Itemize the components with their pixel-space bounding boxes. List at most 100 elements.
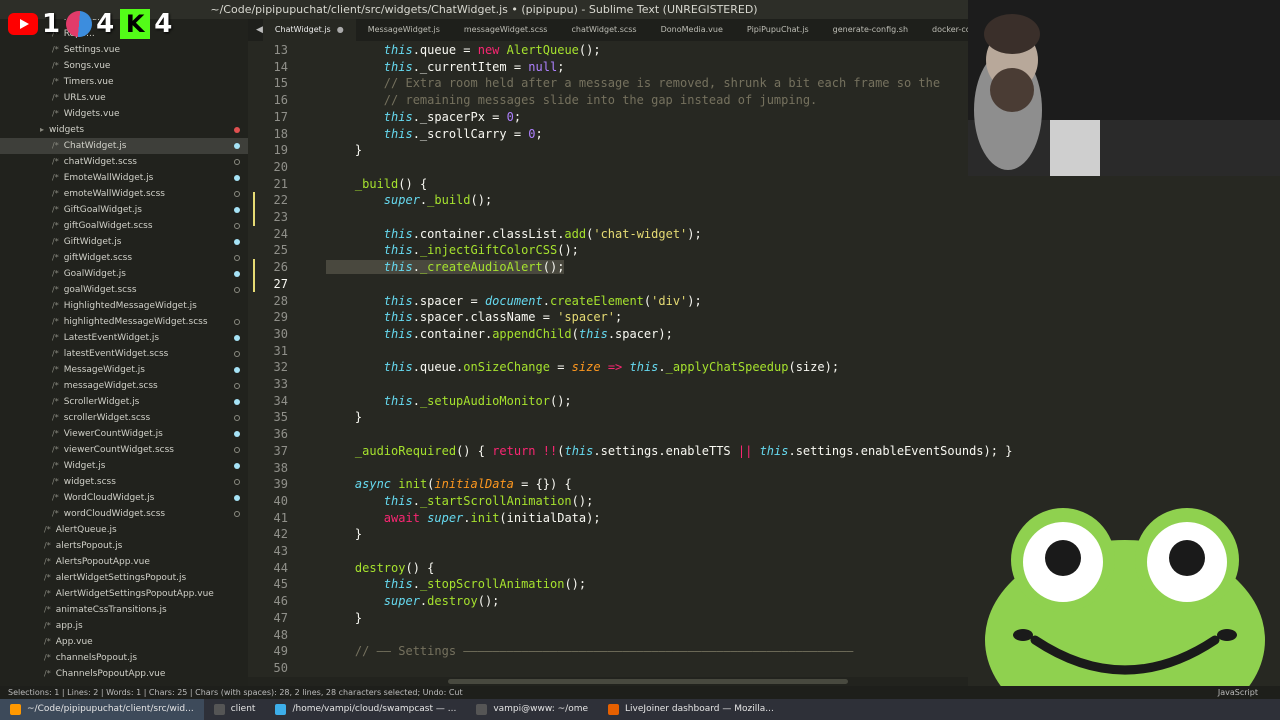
- file-item[interactable]: /* AlertWidgetSettingsPopoutApp.vue: [0, 586, 248, 602]
- code-line: 22 super._build();: [248, 192, 1280, 209]
- file-icon: /*: [44, 525, 51, 534]
- file-item[interactable]: /* EmoteWallWidget.js: [0, 170, 248, 186]
- tab-file[interactable]: messageWidget.scss: [452, 19, 560, 41]
- file-item[interactable]: /* GoalWidget.js: [0, 266, 248, 282]
- tab-label: messageWidget.scss: [463, 25, 548, 34]
- code-token: ._spacerPx =: [412, 109, 507, 124]
- git-status-dot: [234, 319, 240, 325]
- code-token: this: [383, 43, 413, 57]
- file-item[interactable]: /* emoteWallWidget.scss: [0, 186, 248, 202]
- tab-file[interactable]: chatWidget.scss: [559, 19, 648, 41]
- file-item[interactable]: /* alertsPopout.js: [0, 538, 248, 554]
- file-item[interactable]: /* chatWidget.scss: [0, 154, 248, 170]
- tab-nav[interactable]: ◀ ▶: [248, 19, 263, 41]
- code-token: ;: [535, 126, 543, 141]
- tab-file[interactable]: MessageWidget.js: [356, 19, 452, 41]
- file-label: GoalWidget.js: [63, 269, 126, 279]
- file-item[interactable]: /* Settings.vue: [0, 42, 248, 58]
- file-item[interactable]: /* highlightedMessageWidget.scss: [0, 314, 248, 330]
- file-item[interactable]: /* LatestEventWidget.js: [0, 330, 248, 346]
- taskbar-item[interactable]: ~/Code/pipipupuchat/client/src/wid...: [0, 699, 204, 720]
- file-item[interactable]: /* AlertsPopoutApp.vue: [0, 554, 248, 570]
- file-item[interactable]: /* scrollerWidget.scss: [0, 410, 248, 426]
- taskbar-item[interactable]: /home/vampi/cloud/swampcast — ...: [265, 699, 466, 720]
- folder-icon: [275, 704, 287, 715]
- line-number: 39: [273, 477, 288, 492]
- file-item[interactable]: /* GiftGoalWidget.js: [0, 202, 248, 218]
- folder-item[interactable]: ▸ widgets: [0, 122, 248, 138]
- file-label: highlightedMessageWidget.scss: [63, 317, 208, 327]
- code-text: async init(initialData = {}) {: [326, 476, 572, 493]
- file-item[interactable]: /* GiftWidget.js: [0, 234, 248, 250]
- code-token: size: [571, 360, 601, 375]
- code-text: }: [326, 610, 362, 627]
- git-status-dot: [234, 415, 240, 421]
- code-text: _audioRequired() { return !!(this.settin…: [326, 443, 1013, 460]
- diff-marker: [253, 192, 255, 209]
- tab-file[interactable]: PipiPupuChat.js: [735, 19, 821, 41]
- file-label: HighlightedMessageWidget.js: [63, 301, 197, 311]
- file-item[interactable]: /* URLs.vue: [0, 90, 248, 106]
- horizontal-scrollbar[interactable]: [248, 677, 968, 686]
- line-number: 35: [273, 410, 288, 425]
- file-item[interactable]: /* viewerCountWidget.scss: [0, 442, 248, 458]
- file-item[interactable]: /* ScrollerWidget.js: [0, 394, 248, 410]
- file-item[interactable]: /* WordCloudWidget.js: [0, 490, 248, 506]
- code-token: .settings.enableEventSounds); }: [788, 443, 1013, 458]
- file-label: MessageWidget.js: [63, 365, 145, 375]
- tab-file[interactable]: ChatWidget.js ●: [262, 19, 356, 41]
- chevron-left-icon[interactable]: ◀: [256, 25, 263, 35]
- file-item[interactable]: /* latestEventWidget.scss: [0, 346, 248, 362]
- tab-file[interactable]: DonoMedia.vue: [649, 19, 735, 41]
- file-tree: /*Registe.../*Repo.../*Settings.vue/*Son…: [0, 10, 248, 682]
- file-item[interactable]: /* wordCloudWidget.scss: [0, 506, 248, 522]
- file-icon: /*: [44, 589, 51, 598]
- git-status-dot: [234, 367, 240, 373]
- file-item[interactable]: /* giftGoalWidget.scss: [0, 218, 248, 234]
- file-item[interactable]: /* Widget.js: [0, 458, 248, 474]
- taskbar-item[interactable]: client: [204, 699, 266, 720]
- line-number: 36: [273, 427, 288, 442]
- file-item[interactable]: /* ChannelsPopoutApp.vue: [0, 666, 248, 682]
- code-token: ;: [615, 310, 623, 325]
- git-status-dot: [234, 143, 240, 149]
- taskbar-item[interactable]: LiveJoiner dashboard — Mozilla...: [598, 699, 784, 720]
- code-token: await: [383, 510, 420, 525]
- file-item[interactable]: /* animateCssTransitions.js: [0, 602, 248, 618]
- file-item[interactable]: /* HighlightedMessageWidget.js: [0, 298, 248, 314]
- code-line: 32 this.queue.onSizeChange = size => thi…: [248, 359, 1280, 376]
- file-item[interactable]: /* Songs.vue: [0, 58, 248, 74]
- tab-file[interactable]: generate-config.sh: [821, 19, 920, 41]
- file-item[interactable]: /* app.js: [0, 618, 248, 634]
- file-item[interactable]: /* Widgets.vue: [0, 106, 248, 122]
- file-item[interactable]: /* ChatWidget.js: [0, 138, 248, 154]
- scrollbar-thumb[interactable]: [448, 679, 848, 684]
- file-item[interactable]: /* widget.scss: [0, 474, 248, 490]
- code-token: ();: [470, 193, 493, 208]
- terminal-icon: [476, 704, 488, 715]
- tab-file[interactable]: docker-comp: [920, 19, 968, 41]
- file-item[interactable]: /* AlertQueue.js: [0, 522, 248, 538]
- file-item[interactable]: /* giftWidget.scss: [0, 250, 248, 266]
- file-item[interactable]: /* App.vue: [0, 634, 248, 650]
- taskbar-item[interactable]: vampi@www: ~/ome: [466, 699, 598, 720]
- file-item[interactable]: /* ViewerCountWidget.js: [0, 426, 248, 442]
- modified-dot-icon: ●: [336, 25, 344, 34]
- code-line: 38: [248, 460, 1280, 477]
- file-label: App.vue: [55, 637, 93, 647]
- file-item[interactable]: /* goalWidget.scss: [0, 282, 248, 298]
- pill-viewer-count: 4: [60, 5, 114, 43]
- git-status-dot: [234, 511, 240, 517]
- status-syntax[interactable]: JavaScript: [1218, 686, 1258, 699]
- file-item[interactable]: /* channelsPopout.js: [0, 650, 248, 666]
- file-item[interactable]: /* alertWidgetSettingsPopout.js: [0, 570, 248, 586]
- file-item[interactable]: /* Timers.vue: [0, 74, 248, 90]
- file-label: alertWidgetSettingsPopout.js: [55, 573, 187, 583]
- file-item[interactable]: /* MessageWidget.js: [0, 362, 248, 378]
- file-item[interactable]: /* messageWidget.scss: [0, 378, 248, 394]
